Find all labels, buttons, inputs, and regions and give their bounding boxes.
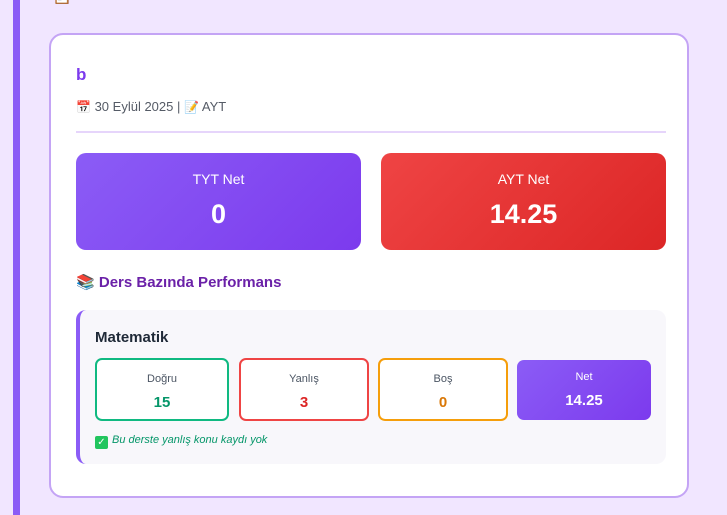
tyt-net-label: TYT Net — [192, 171, 245, 187]
ayt-net-label: AYT Net — [497, 171, 550, 187]
bos-stat: Boş 0 — [378, 358, 508, 421]
ayt-net-value: 14.25 — [489, 199, 558, 229]
ayt-net-card: AYT Net 14.25 — [381, 153, 666, 250]
record-meta: 📅 30 Eylül 2025 | 📝 AYT — [76, 99, 226, 114]
record-exam-type: AYT — [201, 99, 227, 114]
meta-separator: | — [176, 99, 181, 114]
books-icon: 📚 — [76, 274, 95, 291]
left-accent-bar — [13, 0, 20, 515]
calendar-icon: 📅 — [76, 100, 91, 114]
dogru-value: 15 — [153, 394, 171, 411]
tyt-net-value: 0 — [210, 199, 227, 229]
note-text: Bu derste yanlış konu kaydı yok — [112, 434, 268, 446]
record-date: 30 Eylül 2025 — [94, 99, 174, 114]
net-stat: Net 14.25 — [517, 360, 651, 420]
subject-panel: Matematik Doğru 15 Yanlış 3 Boş 0 Net 14… — [76, 310, 666, 464]
tyt-net-card: TYT Net 0 — [76, 153, 361, 250]
bos-label: Boş — [433, 373, 453, 385]
yanlis-label: Yanlış — [289, 373, 319, 385]
bos-value: 0 — [438, 394, 448, 411]
net-label: Net — [575, 371, 593, 383]
dogru-label: Doğru — [147, 373, 177, 385]
dogru-stat: Doğru 15 — [95, 358, 229, 421]
subject-name: Matematik — [95, 329, 169, 346]
record-name: b — [76, 65, 87, 84]
yanlis-stat: Yanlış 3 — [239, 358, 369, 421]
net-value: 14.25 — [565, 392, 603, 409]
section-title: 📚 Ders Bazında Performans — [76, 273, 281, 291]
section-title-text: Ders Bazında Performans — [98, 274, 282, 291]
clipboard-icon: 📋 — [52, 0, 72, 6]
exam-record-card: b 📅 30 Eylül 2025 | 📝 AYT TYT Net 0 AYT … — [49, 33, 689, 498]
check-icon: ✓ — [95, 436, 108, 449]
yanlis-value: 3 — [299, 394, 309, 411]
divider — [76, 131, 666, 133]
no-wrong-topic-note: ✓ Bu derste yanlış konu kaydı yok — [95, 434, 267, 449]
memo-icon: 📝 — [184, 100, 199, 114]
